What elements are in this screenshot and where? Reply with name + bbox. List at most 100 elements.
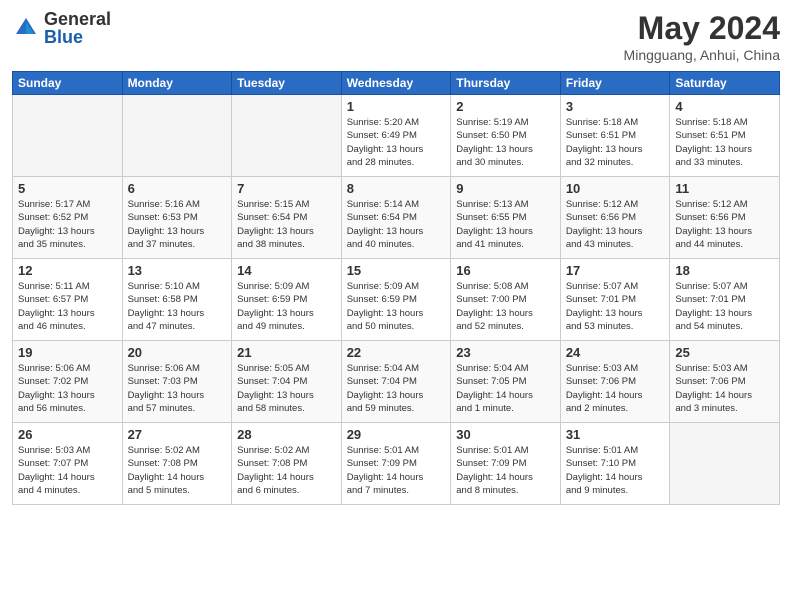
day-info: Sunrise: 5:05 AM Sunset: 7:04 PM Dayligh… <box>237 362 336 415</box>
day-info: Sunrise: 5:10 AM Sunset: 6:58 PM Dayligh… <box>128 280 227 333</box>
day-number: 26 <box>18 427 117 442</box>
calendar-cell: 11 Sunrise: 5:12 AM Sunset: 6:56 PM Dayli… <box>670 177 780 259</box>
weekday-header-row: SundayMondayTuesdayWednesdayThursdayFrid… <box>13 72 780 95</box>
calendar-cell: 21 Sunrise: 5:05 AM Sunset: 7:04 PM Dayli… <box>232 341 342 423</box>
calendar-cell: 31 Sunrise: 5:01 AM Sunset: 7:10 PM Dayli… <box>560 423 670 505</box>
day-info: Sunrise: 5:09 AM Sunset: 6:59 PM Dayligh… <box>347 280 446 333</box>
day-info: Sunrise: 5:04 AM Sunset: 7:05 PM Dayligh… <box>456 362 555 415</box>
weekday-sunday: Sunday <box>13 72 123 95</box>
calendar-cell <box>670 423 780 505</box>
day-number: 14 <box>237 263 336 278</box>
calendar-cell: 12 Sunrise: 5:11 AM Sunset: 6:57 PM Dayli… <box>13 259 123 341</box>
day-number: 9 <box>456 181 555 196</box>
day-info: Sunrise: 5:16 AM Sunset: 6:53 PM Dayligh… <box>128 198 227 251</box>
day-number: 27 <box>128 427 227 442</box>
day-info: Sunrise: 5:02 AM Sunset: 7:08 PM Dayligh… <box>128 444 227 497</box>
day-number: 4 <box>675 99 774 114</box>
day-info: Sunrise: 5:02 AM Sunset: 7:08 PM Dayligh… <box>237 444 336 497</box>
day-number: 10 <box>566 181 665 196</box>
day-number: 24 <box>566 345 665 360</box>
calendar-cell: 10 Sunrise: 5:12 AM Sunset: 6:56 PM Dayli… <box>560 177 670 259</box>
calendar-cell: 27 Sunrise: 5:02 AM Sunset: 7:08 PM Dayli… <box>122 423 232 505</box>
month-title: May 2024 <box>624 10 780 47</box>
day-info: Sunrise: 5:01 AM Sunset: 7:09 PM Dayligh… <box>347 444 446 497</box>
calendar-cell <box>232 95 342 177</box>
day-number: 20 <box>128 345 227 360</box>
day-number: 11 <box>675 181 774 196</box>
weekday-friday: Friday <box>560 72 670 95</box>
logo: General Blue <box>12 10 111 46</box>
day-number: 19 <box>18 345 117 360</box>
page-container: General Blue May 2024 Mingguang, Anhui, … <box>0 0 792 515</box>
calendar-cell: 3 Sunrise: 5:18 AM Sunset: 6:51 PM Daylig… <box>560 95 670 177</box>
calendar-cell <box>13 95 123 177</box>
header: General Blue May 2024 Mingguang, Anhui, … <box>12 10 780 63</box>
day-number: 18 <box>675 263 774 278</box>
day-info: Sunrise: 5:03 AM Sunset: 7:06 PM Dayligh… <box>675 362 774 415</box>
calendar-cell <box>122 95 232 177</box>
calendar-cell: 9Sunrise: 5:13 AM Sunset: 6:55 PM Daylig… <box>451 177 561 259</box>
day-number: 12 <box>18 263 117 278</box>
weekday-saturday: Saturday <box>670 72 780 95</box>
calendar-cell: 1 Sunrise: 5:20 AM Sunset: 6:49 PM Daylig… <box>341 95 451 177</box>
calendar-header: SundayMondayTuesdayWednesdayThursdayFrid… <box>13 72 780 95</box>
week-row-1: 5Sunrise: 5:17 AM Sunset: 6:52 PM Daylig… <box>13 177 780 259</box>
calendar-cell: 20Sunrise: 5:06 AM Sunset: 7:03 PM Dayli… <box>122 341 232 423</box>
day-info: Sunrise: 5:12 AM Sunset: 6:56 PM Dayligh… <box>675 198 774 251</box>
logo-text: General Blue <box>44 10 111 46</box>
weekday-thursday: Thursday <box>451 72 561 95</box>
day-info: Sunrise: 5:04 AM Sunset: 7:04 PM Dayligh… <box>347 362 446 415</box>
calendar-cell: 2 Sunrise: 5:19 AM Sunset: 6:50 PM Daylig… <box>451 95 561 177</box>
day-number: 3 <box>566 99 665 114</box>
week-row-0: 1 Sunrise: 5:20 AM Sunset: 6:49 PM Daylig… <box>13 95 780 177</box>
day-number: 31 <box>566 427 665 442</box>
day-info: Sunrise: 5:19 AM Sunset: 6:50 PM Dayligh… <box>456 116 555 169</box>
day-number: 16 <box>456 263 555 278</box>
day-info: Sunrise: 5:17 AM Sunset: 6:52 PM Dayligh… <box>18 198 117 251</box>
location: Mingguang, Anhui, China <box>624 47 780 63</box>
calendar-cell: 23Sunrise: 5:04 AM Sunset: 7:05 PM Dayli… <box>451 341 561 423</box>
day-number: 25 <box>675 345 774 360</box>
calendar-body: 1 Sunrise: 5:20 AM Sunset: 6:49 PM Daylig… <box>13 95 780 505</box>
day-number: 1 <box>347 99 446 114</box>
day-number: 8 <box>347 181 446 196</box>
week-row-4: 26 Sunrise: 5:03 AM Sunset: 7:07 PM Dayli… <box>13 423 780 505</box>
day-info: Sunrise: 5:18 AM Sunset: 6:51 PM Dayligh… <box>566 116 665 169</box>
calendar-cell: 28Sunrise: 5:02 AM Sunset: 7:08 PM Dayli… <box>232 423 342 505</box>
calendar-cell: 17Sunrise: 5:07 AM Sunset: 7:01 PM Dayli… <box>560 259 670 341</box>
day-info: Sunrise: 5:12 AM Sunset: 6:56 PM Dayligh… <box>566 198 665 251</box>
calendar-cell: 13 Sunrise: 5:10 AM Sunset: 6:58 PM Dayli… <box>122 259 232 341</box>
calendar-cell: 5Sunrise: 5:17 AM Sunset: 6:52 PM Daylig… <box>13 177 123 259</box>
calendar-cell: 7Sunrise: 5:15 AM Sunset: 6:54 PM Daylig… <box>232 177 342 259</box>
logo-icon <box>12 14 40 42</box>
day-number: 2 <box>456 99 555 114</box>
day-info: Sunrise: 5:20 AM Sunset: 6:49 PM Dayligh… <box>347 116 446 169</box>
day-info: Sunrise: 5:18 AM Sunset: 6:51 PM Dayligh… <box>675 116 774 169</box>
day-number: 15 <box>347 263 446 278</box>
calendar: SundayMondayTuesdayWednesdayThursdayFrid… <box>12 71 780 505</box>
calendar-cell: 25 Sunrise: 5:03 AM Sunset: 7:06 PM Dayli… <box>670 341 780 423</box>
week-row-3: 19Sunrise: 5:06 AM Sunset: 7:02 PM Dayli… <box>13 341 780 423</box>
day-info: Sunrise: 5:03 AM Sunset: 7:07 PM Dayligh… <box>18 444 117 497</box>
day-number: 7 <box>237 181 336 196</box>
calendar-cell: 4 Sunrise: 5:18 AM Sunset: 6:51 PM Daylig… <box>670 95 780 177</box>
calendar-cell: 26 Sunrise: 5:03 AM Sunset: 7:07 PM Dayli… <box>13 423 123 505</box>
week-row-2: 12 Sunrise: 5:11 AM Sunset: 6:57 PM Dayli… <box>13 259 780 341</box>
calendar-cell: 30Sunrise: 5:01 AM Sunset: 7:09 PM Dayli… <box>451 423 561 505</box>
calendar-cell: 22Sunrise: 5:04 AM Sunset: 7:04 PM Dayli… <box>341 341 451 423</box>
calendar-cell: 29Sunrise: 5:01 AM Sunset: 7:09 PM Dayli… <box>341 423 451 505</box>
calendar-cell: 24Sunrise: 5:03 AM Sunset: 7:06 PM Dayli… <box>560 341 670 423</box>
day-info: Sunrise: 5:09 AM Sunset: 6:59 PM Dayligh… <box>237 280 336 333</box>
calendar-cell: 8 Sunrise: 5:14 AM Sunset: 6:54 PM Daylig… <box>341 177 451 259</box>
weekday-wednesday: Wednesday <box>341 72 451 95</box>
calendar-cell: 6Sunrise: 5:16 AM Sunset: 6:53 PM Daylig… <box>122 177 232 259</box>
day-info: Sunrise: 5:01 AM Sunset: 7:10 PM Dayligh… <box>566 444 665 497</box>
day-number: 13 <box>128 263 227 278</box>
day-info: Sunrise: 5:01 AM Sunset: 7:09 PM Dayligh… <box>456 444 555 497</box>
day-number: 21 <box>237 345 336 360</box>
day-number: 17 <box>566 263 665 278</box>
calendar-cell: 19Sunrise: 5:06 AM Sunset: 7:02 PM Dayli… <box>13 341 123 423</box>
day-info: Sunrise: 5:14 AM Sunset: 6:54 PM Dayligh… <box>347 198 446 251</box>
day-info: Sunrise: 5:07 AM Sunset: 7:01 PM Dayligh… <box>675 280 774 333</box>
day-info: Sunrise: 5:11 AM Sunset: 6:57 PM Dayligh… <box>18 280 117 333</box>
